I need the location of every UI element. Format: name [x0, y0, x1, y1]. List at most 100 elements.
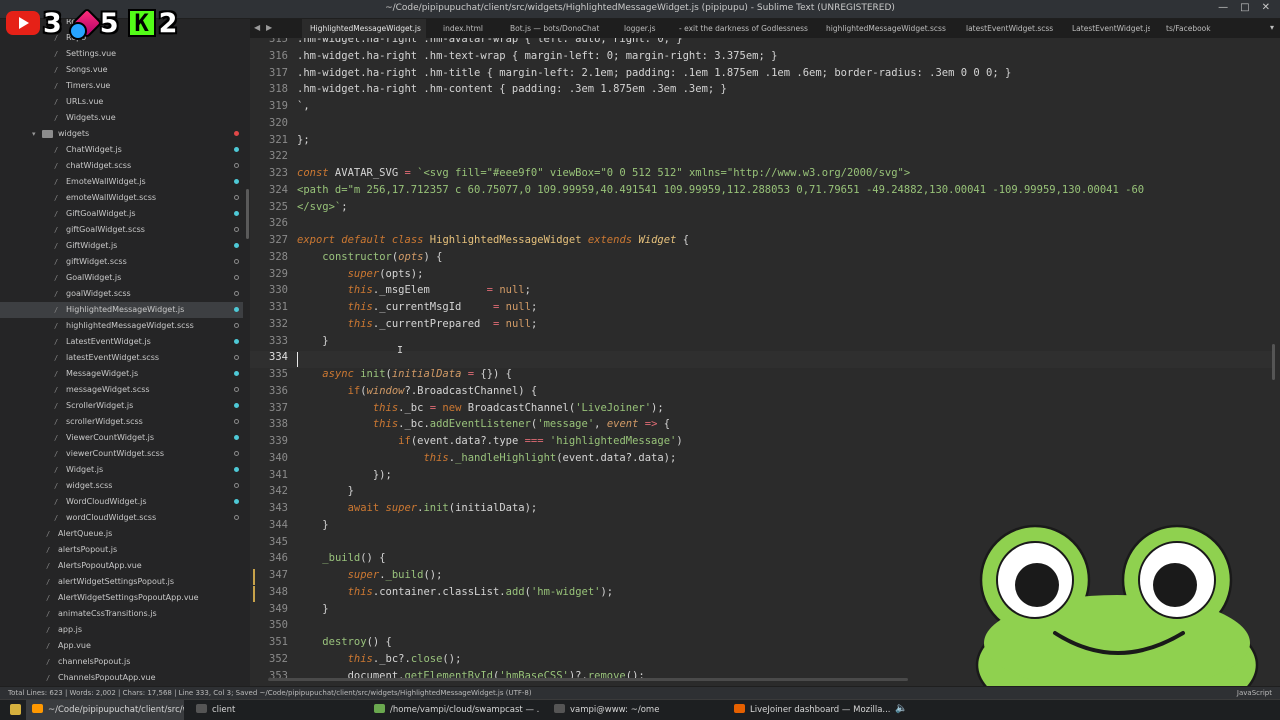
- sidebar-file[interactable]: / Widgets.vue: [0, 110, 243, 126]
- sidebar-file[interactable]: / chatWidget.scss: [0, 158, 243, 174]
- code-line[interactable]: }: [297, 335, 328, 347]
- code-line[interactable]: }: [297, 519, 328, 531]
- taskbar-window-button[interactable]: /home/vampi/cloud/swampcast — ...: [368, 700, 540, 720]
- sidebar-file[interactable]: / giftWidget.scss: [0, 254, 243, 270]
- editor-tab[interactable]: LatestEventWidget.js: [1064, 19, 1150, 38]
- sidebar-file[interactable]: / Settings.vue: [0, 46, 243, 62]
- code-line[interactable]: export default class HighlightedMessageW…: [297, 234, 689, 246]
- code-line[interactable]: this._bc.addEventListener('message', eve…: [297, 418, 670, 430]
- close-button[interactable]: ✕: [1262, 2, 1270, 13]
- sidebar-file[interactable]: / scrollerWidget.scss: [0, 414, 243, 430]
- sidebar-file[interactable]: / channelsPopout.js: [0, 654, 243, 670]
- code-line[interactable]: .hm-widget.ha-right .hm-text-wrap { marg…: [297, 50, 777, 62]
- sidebar-file[interactable]: / Timers.vue: [0, 78, 243, 94]
- code-line[interactable]: };: [297, 134, 310, 146]
- sidebar-scrollbar[interactable]: [246, 189, 249, 239]
- sidebar-file[interactable]: / ViewerCountWidget.js: [0, 430, 243, 446]
- code-line[interactable]: this.container.classList.add('hm-widget'…: [297, 586, 614, 598]
- sidebar-file[interactable]: / Widget.js: [0, 462, 243, 478]
- code-line[interactable]: super(opts);: [297, 268, 424, 280]
- code-line[interactable]: this._msgElem = null;: [297, 284, 531, 296]
- sidebar-file[interactable]: / AlertWidgetSettingsPopoutApp.vue: [0, 590, 243, 606]
- taskbar-window-button[interactable]: vampi@www: ~/ome: [548, 700, 720, 720]
- chevron-down-icon[interactable]: ▾: [32, 126, 36, 142]
- sidebar-file[interactable]: / AlertQueue.js: [0, 526, 243, 542]
- maximize-button[interactable]: □: [1240, 2, 1249, 13]
- sidebar-file[interactable]: / LatestEventWidget.js: [0, 334, 243, 350]
- code-line[interactable]: `,: [297, 100, 310, 112]
- sidebar-file[interactable]: / alertWidgetSettingsPopout.js: [0, 574, 243, 590]
- tab-next-button[interactable]: ▶: [266, 23, 272, 32]
- sidebar-file[interactable]: / ScrollerWidget.js: [0, 398, 243, 414]
- code-line[interactable]: this._bc?.close();: [297, 653, 462, 665]
- editor-tab[interactable]: Bot.js — bots/DonoChat: [502, 19, 608, 38]
- sidebar-file[interactable]: / giftGoalWidget.scss: [0, 222, 243, 238]
- code-line[interactable]: await super.init(initialData);: [297, 502, 538, 514]
- code-line[interactable]: constructor(opts) {: [297, 251, 442, 263]
- sidebar-file[interactable]: / ChannelsPopoutApp.vue: [0, 670, 243, 686]
- code-line[interactable]: .hm-widget.ha-right .hm-content { paddin…: [297, 83, 727, 95]
- code-line[interactable]: async init(initialData = {}) {: [297, 368, 512, 380]
- speaker-icon[interactable]: 🔈: [895, 703, 907, 714]
- sidebar-file[interactable]: / App.vue: [0, 638, 243, 654]
- editor-tab[interactable]: HighlightedMessageWidget.js✕: [302, 19, 426, 38]
- code-line[interactable]: const AVATAR_SVG = `<svg fill="#eee9f0" …: [297, 167, 910, 179]
- code-line[interactable]: }: [297, 485, 354, 497]
- sidebar-file[interactable]: / AlertsPopoutApp.vue: [0, 558, 243, 574]
- taskbar-window-button[interactable]: ~/Code/pipipupuchat/client/src/wid...: [26, 700, 184, 720]
- sidebar-file[interactable]: / messageWidget.scss: [0, 382, 243, 398]
- minimize-button[interactable]: —: [1218, 2, 1228, 13]
- code-line[interactable]: super._build();: [297, 569, 443, 581]
- editor-tab[interactable]: highlightedMessageWidget.scss: [818, 19, 950, 38]
- sidebar-file[interactable]: / MessageWidget.js: [0, 366, 243, 382]
- code-line[interactable]: if(window?.BroadcastChannel) {: [297, 385, 538, 397]
- syntax-selector[interactable]: JavaScript: [1237, 687, 1272, 699]
- taskbar-window-button[interactable]: LiveJoiner dashboard — Mozilla...: [728, 700, 890, 720]
- editor-tab[interactable]: logger.js: [616, 19, 664, 38]
- code-line[interactable]: this._currentPrepared = null;: [297, 318, 538, 330]
- sidebar-file[interactable]: / emoteWallWidget.scss: [0, 190, 243, 206]
- sidebar-file[interactable]: / GoalWidget.js: [0, 270, 243, 286]
- sidebar-file[interactable]: / Songs.vue: [0, 62, 243, 78]
- code-line[interactable]: }: [297, 603, 328, 615]
- sidebar-file[interactable]: / alertsPopout.js: [0, 542, 243, 558]
- sidebar-file[interactable]: / GiftGoalWidget.js: [0, 206, 243, 222]
- sidebar-file[interactable]: / ChatWidget.js: [0, 142, 243, 158]
- sidebar-file[interactable]: / latestEventWidget.scss: [0, 350, 243, 366]
- sidebar-file[interactable]: / URLs.vue: [0, 94, 243, 110]
- tab-list-dropdown[interactable]: ▾: [1270, 23, 1274, 32]
- app-menu-icon[interactable]: [10, 704, 21, 715]
- sidebar-file[interactable]: / wordCloudWidget.scss: [0, 510, 243, 526]
- editor-scrollbar[interactable]: [1272, 344, 1275, 380]
- sidebar-file[interactable]: / widget.scss: [0, 478, 243, 494]
- editor-horizontal-scrollbar[interactable]: [268, 678, 908, 681]
- sidebar-file[interactable]: / WordCloudWidget.js: [0, 494, 243, 510]
- sidebar-file[interactable]: / app.js: [0, 622, 243, 638]
- sidebar-file[interactable]: / GiftWidget.js: [0, 238, 243, 254]
- sidebar-file[interactable]: / goalWidget.scss: [0, 286, 243, 302]
- code-line[interactable]: this._currentMsgId = null;: [297, 301, 538, 313]
- tab-prev-button[interactable]: ◀: [254, 23, 260, 32]
- taskbar-window-button[interactable]: client: [190, 700, 360, 720]
- sidebar-file[interactable]: / animateCssTransitions.js: [0, 606, 243, 622]
- editor-tab[interactable]: - exit the darkness of Godlessness: [671, 19, 811, 38]
- code-line[interactable]: .hm-widget.ha-right .hm-title { margin-l…: [297, 67, 1011, 79]
- code-line[interactable]: destroy() {: [297, 636, 392, 648]
- editor-tab[interactable]: index.html: [435, 19, 495, 38]
- code-line[interactable]: <path d="m 256,17.712357 c 60.75077,0 10…: [297, 184, 1144, 196]
- editor-tab[interactable]: ts/Facebook: [1158, 19, 1238, 38]
- code-line[interactable]: .hm-widget.ha-right .hm-avatar-wrap { le…: [297, 38, 683, 45]
- sidebar-file[interactable]: / HighlightedMessageWidget.js: [0, 302, 243, 318]
- code-line[interactable]: this._handleHighlight(event.data?.data);: [297, 452, 676, 464]
- sidebar-file[interactable]: / EmoteWallWidget.js: [0, 174, 243, 190]
- sidebar-folder[interactable]: ▾ widgets: [0, 126, 243, 142]
- code-line[interactable]: if(event.data?.type === 'highlightedMess…: [297, 435, 683, 447]
- sidebar-file[interactable]: / viewerCountWidget.scss: [0, 446, 243, 462]
- sidebar-file[interactable]: / highlightedMessageWidget.scss: [0, 318, 243, 334]
- code-line[interactable]: this._bc = new BroadcastChannel('LiveJoi…: [297, 402, 664, 414]
- editor-tab[interactable]: latestEventWidget.scss: [958, 19, 1056, 38]
- code-line[interactable]: });: [297, 469, 392, 481]
- line-number: 334: [269, 351, 288, 364]
- code-line[interactable]: </svg>`;: [297, 201, 348, 213]
- code-line[interactable]: _build() {: [297, 552, 385, 564]
